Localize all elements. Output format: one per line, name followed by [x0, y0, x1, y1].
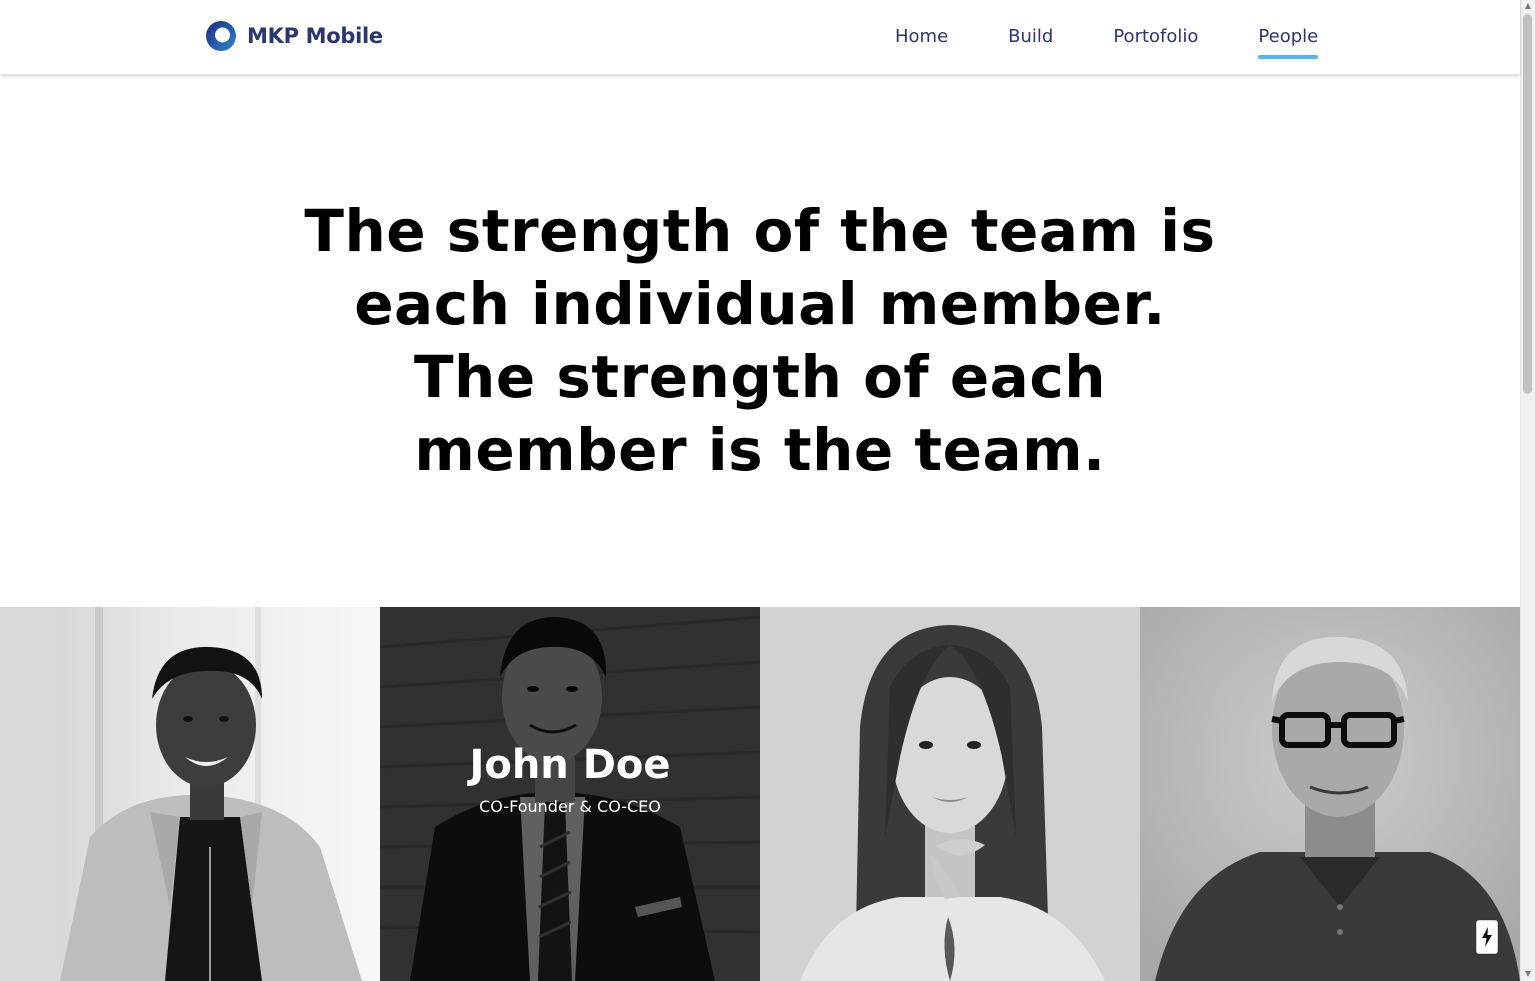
nav-build-link[interactable]: Build	[1008, 24, 1053, 50]
scrollbar-thumb[interactable]	[1523, 14, 1532, 394]
lightning-bolt-icon	[1482, 927, 1492, 947]
nav-portfolio-link[interactable]: Portofolio	[1113, 24, 1198, 50]
main-nav: Home Build Portofolio People	[895, 24, 1318, 59]
ring-logo-icon	[206, 21, 236, 51]
site-header: MKP Mobile Home Build Portofolio People	[0, 0, 1520, 75]
hero-quote: The strength of the team is each individ…	[304, 197, 1216, 484]
vertical-scrollbar[interactable]: ▲ ▼	[1520, 0, 1535, 981]
scroll-down-arrow-icon[interactable]: ▼	[1521, 968, 1535, 980]
nav-home-link[interactable]: Home	[895, 24, 948, 50]
floating-action-badge[interactable]	[1476, 920, 1498, 954]
hero-section: The strength of the team is each individ…	[300, 195, 1220, 487]
nav-people-link[interactable]: People	[1258, 24, 1318, 59]
team-member-card-john-doe[interactable]: John Doe CO-Founder & CO-CEO	[380, 607, 760, 981]
member-role: CO-Founder & CO-CEO	[479, 797, 661, 816]
man-glasses-portrait	[1140, 607, 1520, 981]
team-member-card[interactable]	[760, 607, 1140, 981]
member-info: John Doe CO-Founder & CO-CEO	[380, 740, 760, 819]
team-grid: John Doe CO-Founder & CO-CEO	[0, 607, 1520, 981]
team-member-card[interactable]	[1140, 607, 1520, 981]
team-member-card[interactable]	[0, 607, 380, 981]
woman-long-hair-portrait	[760, 607, 1140, 981]
woman-blazer-portrait	[0, 607, 380, 981]
brand-logo-link[interactable]: MKP Mobile	[205, 20, 383, 52]
people-page: MKP Mobile Home Build Portofolio People …	[0, 0, 1535, 981]
scroll-up-arrow-icon[interactable]: ▲	[1521, 0, 1535, 12]
member-name: John Doe	[469, 742, 671, 788]
brand-name: MKP Mobile	[247, 24, 383, 48]
